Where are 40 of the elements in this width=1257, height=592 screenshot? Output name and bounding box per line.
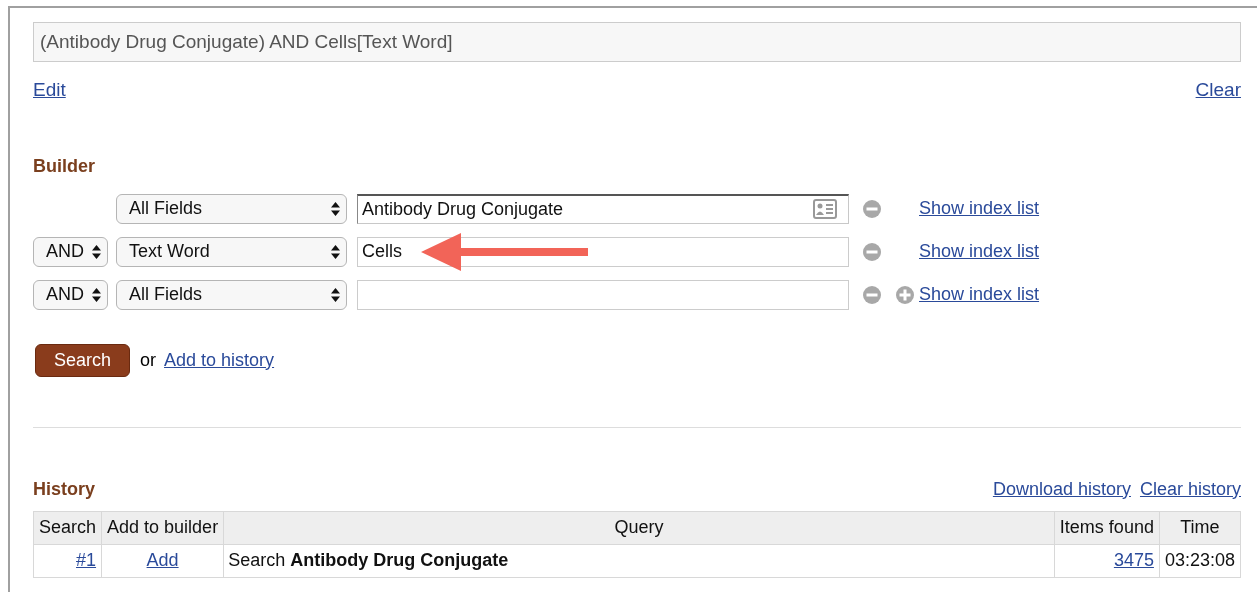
time-cell: 03:23:08	[1159, 544, 1241, 577]
column-header: Items found	[1054, 511, 1160, 544]
show-index-link[interactable]: Show index list	[919, 195, 1040, 222]
query-field[interactable]: (Antibody Drug Conjugate) AND Cells[Text Word]	[33, 22, 1241, 62]
column-header: Query	[223, 511, 1055, 544]
show-index-link[interactable]: Show index list	[919, 238, 1040, 265]
clear-history-link[interactable]: Clear history	[1139, 475, 1241, 503]
or-text: or	[140, 348, 156, 372]
history-title: History	[33, 477, 95, 501]
select-arrows-icon	[92, 244, 101, 259]
add-link[interactable]: Add	[146, 550, 179, 570]
show-index-link[interactable]: Show index list	[919, 281, 1040, 308]
select-arrows-icon	[331, 201, 340, 216]
download-history-link[interactable]: Download history	[992, 475, 1131, 503]
operator-select[interactable]: AND	[33, 279, 108, 310]
term-field[interactable]	[357, 279, 849, 310]
column-header: Time	[1159, 511, 1241, 544]
select-arrows-icon	[331, 244, 340, 259]
items-found-link[interactable]: 3475	[1113, 550, 1154, 570]
term-field[interactable]: Antibody Drug Conjugate	[357, 193, 849, 224]
search-button[interactable]: Search	[35, 343, 130, 377]
edit-link[interactable]: Edit	[33, 76, 66, 105]
field-select[interactable]: All Fields	[116, 193, 347, 224]
column-header: Add to builder	[101, 511, 224, 544]
operator-select[interactable]: AND	[33, 236, 108, 267]
select-arrows-icon	[331, 287, 340, 302]
select-arrows-icon	[92, 287, 101, 302]
builder-title: Builder	[33, 154, 96, 178]
plus-icon[interactable]	[895, 284, 915, 305]
minus-icon[interactable]	[862, 241, 882, 262]
clear-link[interactable]: Clear	[1195, 76, 1241, 105]
field-select[interactable]: All Fields	[116, 279, 347, 310]
field-select[interactable]: Text Word	[116, 236, 347, 267]
minus-icon[interactable]	[862, 198, 882, 219]
column-header: Search	[33, 511, 102, 544]
add-to-history-link[interactable]: Add to history	[164, 346, 275, 374]
contact-card-icon[interactable]	[813, 198, 837, 219]
query-cell: Search Antibody Drug Conjugate	[223, 544, 1055, 577]
search-number-link[interactable]: #1	[76, 550, 97, 570]
minus-icon[interactable]	[862, 284, 882, 305]
